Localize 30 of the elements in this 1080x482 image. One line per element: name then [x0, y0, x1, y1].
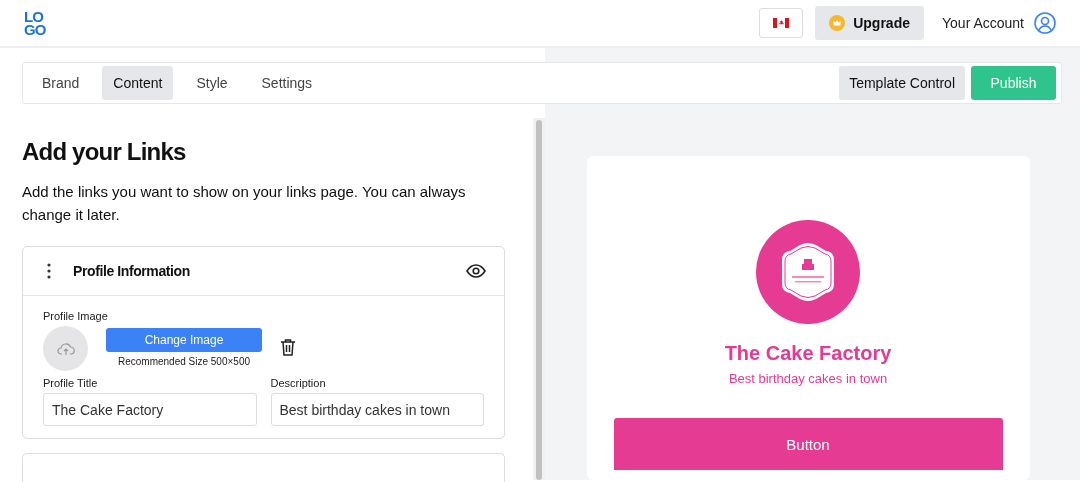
profile-tagline: Best birthday cakes in town — [728, 371, 888, 386]
flag-icon — [773, 18, 790, 28]
drag-handle-icon[interactable] — [47, 263, 51, 279]
template-control-button[interactable]: Template Control — [839, 66, 965, 100]
input-field[interactable]: The Cake Factory — [43, 393, 257, 426]
size-hint: Recommended Size 500×500 — [117, 356, 251, 367]
field-label: Description — [270, 377, 327, 389]
field-label: Profile Image — [43, 310, 109, 322]
upgrade-button[interactable]: Upgrade — [815, 6, 924, 40]
account-link[interactable]: Your Account — [942, 12, 1056, 34]
tab[interactable]: Settings — [250, 66, 324, 100]
link-button[interactable]: Button — [613, 418, 1003, 470]
crown-icon — [829, 15, 846, 31]
language-button[interactable] — [759, 8, 804, 38]
logo[interactable]: LO GO — [24, 10, 46, 36]
input-field[interactable]: Best birthday cakes in town — [270, 393, 484, 426]
upload-cloud-icon — [56, 341, 75, 356]
eye-icon[interactable] — [466, 264, 486, 278]
user-icon — [1034, 12, 1056, 34]
tab[interactable]: Style — [185, 66, 239, 100]
tab[interactable]: Content — [102, 66, 174, 100]
trash-icon[interactable] — [280, 338, 296, 356]
section-title: Add your Links — [22, 138, 187, 166]
profile-name: The Cake Factory — [724, 342, 892, 365]
tab[interactable]: Brand — [31, 66, 91, 100]
change-image-button[interactable]: Change Image — [106, 328, 262, 352]
section-description: Add the links you want to show on your links page. You can always change it later. — [22, 182, 467, 225]
scrollbar[interactable] — [533, 118, 545, 480]
field-label: Profile Title — [43, 377, 99, 389]
card-title: Profile Information — [73, 263, 190, 279]
